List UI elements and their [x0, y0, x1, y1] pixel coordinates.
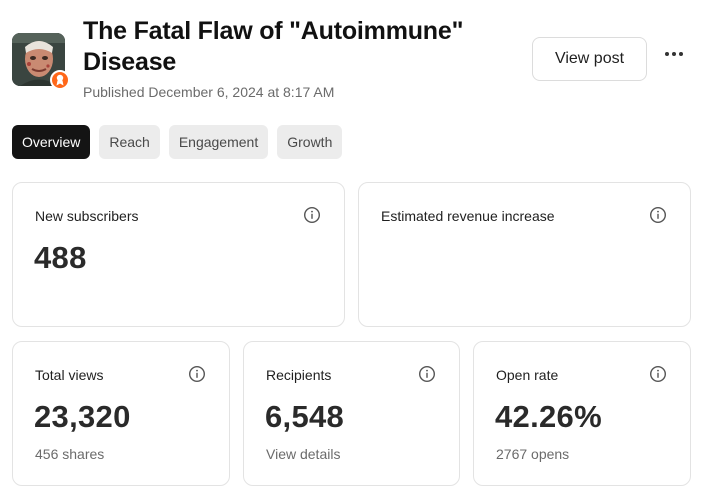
card-value: 488 [34, 240, 87, 275]
stats-tabs: Overview Reach Engagement Growth [12, 125, 343, 159]
tab-reach[interactable]: Reach [99, 125, 160, 159]
info-circle-icon[interactable] [188, 365, 206, 383]
view-post-button[interactable]: View post [532, 37, 647, 81]
tab-engagement[interactable]: Engagement [168, 125, 269, 159]
post-header: The Fatal Flaw of "Autoimmune" Disease P… [12, 14, 692, 104]
card-label: Recipients [266, 367, 332, 383]
new-subscribers-card: New subscribers 488 [12, 182, 345, 327]
card-label: Estimated revenue increase [381, 208, 555, 224]
published-date: Published December 6, 2024 at 8:17 AM [83, 84, 335, 100]
card-value: 6,548 [265, 399, 345, 434]
info-circle-icon[interactable] [649, 206, 667, 224]
card-subtext: 456 shares [35, 446, 105, 462]
card-label: Total views [35, 367, 104, 383]
card-label: Open rate [496, 367, 559, 383]
more-horizontal-icon[interactable] [660, 42, 688, 66]
info-circle-icon[interactable] [649, 365, 667, 383]
card-value: 42.26% [495, 399, 602, 434]
open-rate-card: Open rate 42.26% 2767 opens [473, 341, 691, 486]
total-views-card: Total views 23,320 456 shares [12, 341, 230, 486]
info-circle-icon[interactable] [418, 365, 436, 383]
card-subtext: 2767 opens [496, 446, 570, 462]
bestseller-badge-icon [50, 70, 70, 90]
tab-overview[interactable]: Overview [12, 125, 91, 159]
view-details-link[interactable]: View details [266, 446, 340, 462]
post-title: The Fatal Flaw of "Autoimmune" Disease [83, 17, 464, 76]
card-label: New subscribers [35, 208, 139, 224]
info-circle-icon[interactable] [303, 206, 321, 224]
tab-growth[interactable]: Growth [277, 125, 343, 159]
card-value: 23,320 [34, 399, 131, 434]
estimated-revenue-card: Estimated revenue increase [358, 182, 691, 327]
recipients-card: Recipients 6,548 View details [243, 341, 460, 486]
